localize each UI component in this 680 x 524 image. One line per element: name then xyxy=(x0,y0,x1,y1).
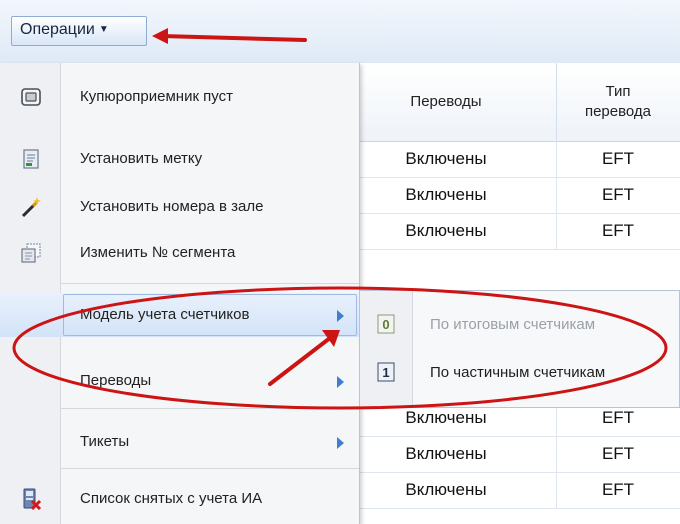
partial-counter-icon: 1 xyxy=(376,361,396,383)
cell-transfer-type: EFT xyxy=(601,480,635,499)
submenu-arrow-icon xyxy=(337,437,344,449)
operations-dropdown-menu: Купюроприемник пуст Установить метку Уст… xyxy=(0,63,360,524)
menu-item-bill-acceptor-empty[interactable]: Купюроприемник пуст xyxy=(0,75,359,119)
table-header: Переводы Тип перевода xyxy=(336,63,680,142)
segment-icon xyxy=(20,242,42,264)
table-row[interactable]: Включены EFT xyxy=(336,436,680,473)
menu-item-label: Список снятых с учета ИА xyxy=(80,490,263,507)
counter-model-submenu: 0 По итоговым счетчикам 1 По частичным с… xyxy=(359,290,680,408)
menu-item-transfers[interactable]: Переводы xyxy=(0,359,359,403)
menu-item-set-label[interactable]: Установить метку xyxy=(0,137,359,181)
cell-transfer-type: EFT xyxy=(601,221,635,240)
operations-menu-button[interactable]: Операции ▼ xyxy=(11,16,147,46)
menu-separator xyxy=(60,408,359,409)
menu-item-set-hall-numbers[interactable]: Установить номера в зале xyxy=(0,185,359,229)
menu-item-label: Переводы xyxy=(80,372,152,389)
submenu-item-total-counters[interactable]: 0 По итоговым счетчикам xyxy=(360,299,680,351)
cell-transfer-type: EFT xyxy=(601,185,635,204)
menu-item-label: Купюроприемник пуст xyxy=(80,88,234,105)
operations-label: Операции xyxy=(20,21,95,38)
caret-down-icon: ▼ xyxy=(98,24,109,35)
svg-text:0: 0 xyxy=(382,317,389,332)
cell-transfer-type: EFT xyxy=(601,149,635,168)
toolbar: Операции ▼ xyxy=(0,0,680,64)
submenu-item-label: По частичным счетчикам xyxy=(430,364,606,381)
cell-transfers: Включены xyxy=(336,436,557,472)
column-header-transfers[interactable]: Переводы xyxy=(336,63,557,141)
menu-item-label: Модель учета счетчиков xyxy=(80,306,250,323)
submenu-arrow-icon xyxy=(337,376,344,388)
table-row[interactable]: Включены EFT xyxy=(336,177,680,214)
cell-transfer-type: EFT xyxy=(601,444,635,463)
submenu-item-label: По итоговым счетчикам xyxy=(430,316,596,333)
table-row[interactable]: Включены EFT xyxy=(336,213,680,250)
menu-item-removed-devices-list[interactable]: Список снятых с учета ИА xyxy=(0,477,359,521)
cell-transfers: Включены xyxy=(336,141,557,177)
cell-transfers: Включены xyxy=(336,213,557,249)
submenu-arrow-icon xyxy=(337,310,344,322)
menu-separator xyxy=(60,283,359,284)
menu-item-label: Тикеты xyxy=(80,433,130,450)
cell-transfers: Включены xyxy=(336,177,557,213)
menu-item-label: Изменить № сегмента xyxy=(80,244,236,261)
menu-item-tickets[interactable]: Тикеты xyxy=(0,420,359,464)
total-counter-icon: 0 xyxy=(376,313,396,335)
bill-acceptor-icon xyxy=(20,86,42,108)
column-header-transfer-type[interactable]: Тип перевода xyxy=(556,63,680,141)
menu-separator xyxy=(60,468,359,469)
column-header-transfer-type-label: Тип перевода xyxy=(584,83,652,120)
menu-item-counter-model[interactable]: Модель учета счетчиков xyxy=(0,293,359,337)
menu-item-label: Установить метку xyxy=(80,150,203,167)
cell-transfers: Включены xyxy=(336,472,557,508)
submenu-item-partial-counters[interactable]: 1 По частичным счетчикам xyxy=(360,347,680,399)
removed-device-icon xyxy=(20,488,42,511)
table-row[interactable]: Включены EFT xyxy=(336,472,680,509)
label-icon xyxy=(20,148,42,170)
menu-item-label: Установить номера в зале xyxy=(80,198,264,215)
magic-wand-icon xyxy=(20,196,42,218)
svg-text:1: 1 xyxy=(382,365,389,380)
menu-item-change-segment[interactable]: Изменить № сегмента xyxy=(0,231,359,275)
table-row[interactable]: Включены EFT xyxy=(336,141,680,178)
